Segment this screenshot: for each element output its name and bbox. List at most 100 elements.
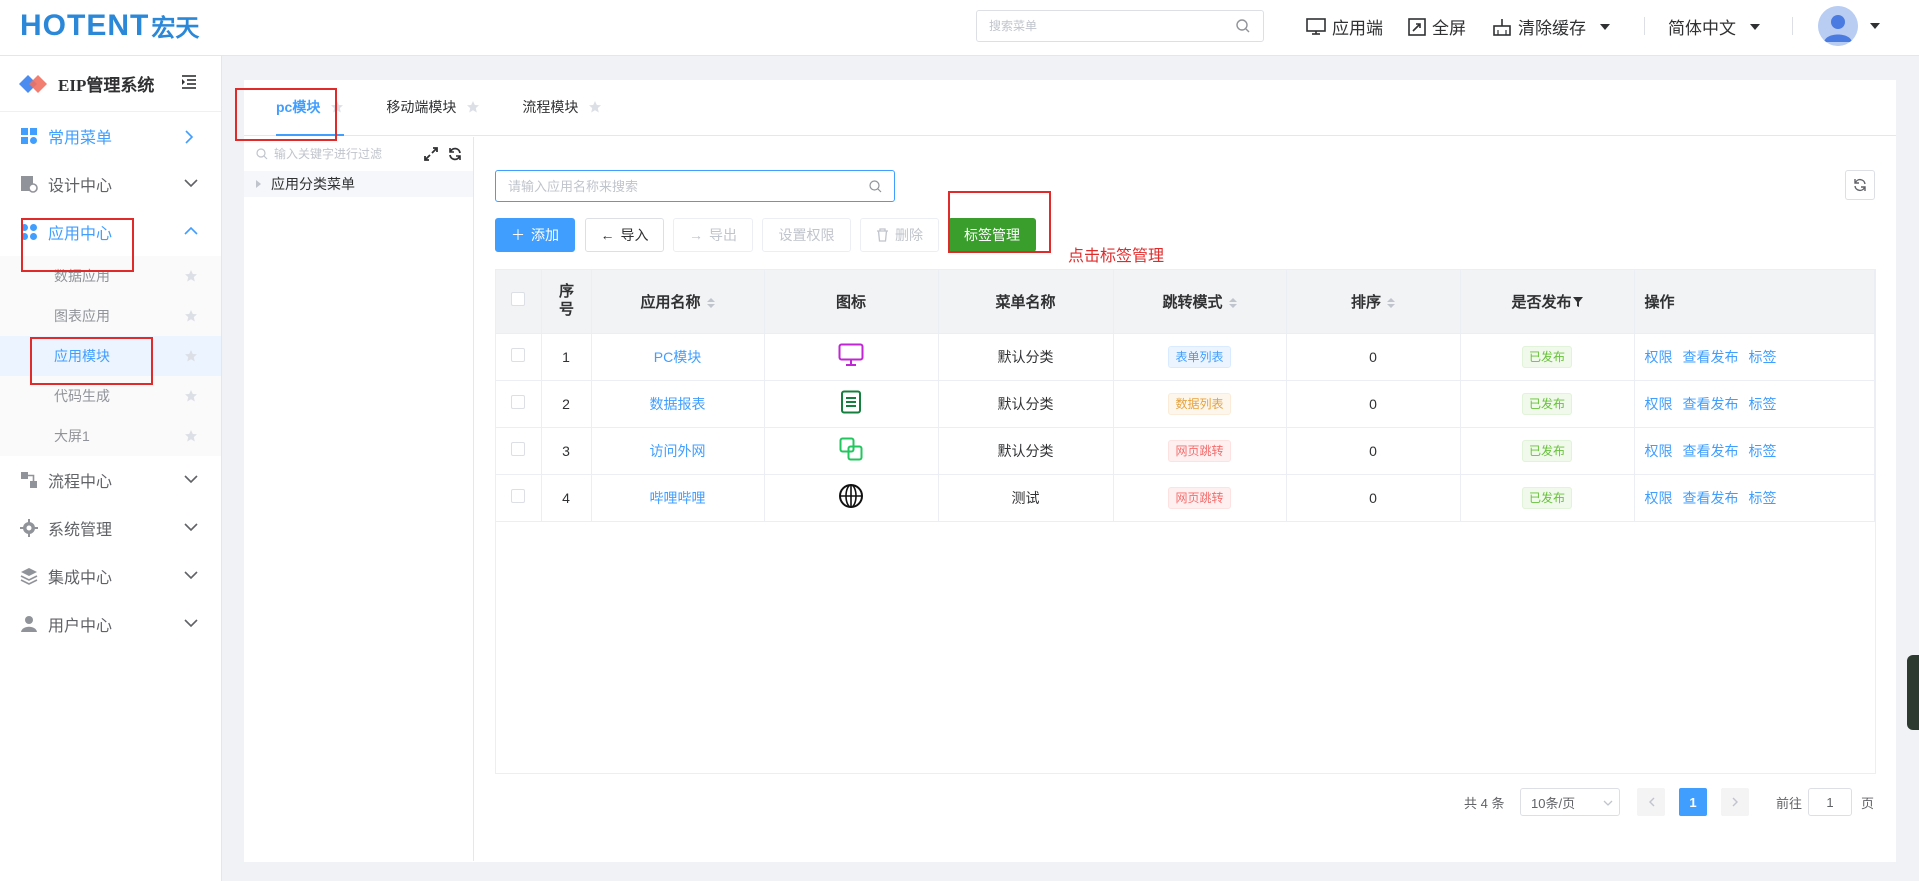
diamond-logo-icon [19,74,47,93]
delete-button[interactable]: 删除 [860,218,939,252]
sidebar-menu-lower: 流程中心 系统管理 集成中心 用户中心 [0,456,221,648]
row-checkbox[interactable] [511,489,526,503]
column-header-name[interactable]: 应用名称 [591,270,765,334]
column-header-menu-label: 菜单名称 [995,293,1056,311]
permission-link[interactable]: 权限 [1645,396,1673,412]
tree-filter-input[interactable] [274,147,414,161]
app-end-button[interactable]: 应用端 [1306,14,1383,39]
sidebar-item-app-center[interactable]: 应用中心 [0,208,221,256]
refresh-icon[interactable] [448,147,462,161]
filter-icon[interactable] [1572,296,1583,307]
sidebar-item-flow-center[interactable]: 流程中心 [0,456,221,504]
collapse-menu-icon[interactable] [181,74,197,90]
permission-link[interactable]: 权限 [1645,490,1673,506]
trash-icon [877,228,888,242]
side-drawer-handle[interactable] [1907,655,1919,730]
tag-link[interactable]: 标签 [1749,490,1777,506]
page-number-current[interactable]: 1 [1679,788,1707,816]
menu-search-box[interactable] [976,10,1264,42]
export-button[interactable]: → 导出 [673,218,753,252]
sidebar-item-user-center[interactable]: 用户中心 [0,600,221,648]
search-icon[interactable] [1235,18,1251,34]
app-name-link[interactable]: 访问外网 [650,443,706,459]
permission-link[interactable]: 权限 [1645,443,1673,459]
view-publish-link[interactable]: 查看发布 [1683,490,1739,506]
star-icon[interactable] [588,100,602,114]
ops-cell: 权限 查看发布 标签 [1634,427,1875,475]
row-checkbox[interactable] [511,348,526,362]
sort-icon[interactable] [1228,297,1237,309]
star-icon[interactable] [184,349,198,363]
sidebar-item-code-gen[interactable]: 代码生成 [0,376,221,416]
user-menu-toggle[interactable] [1870,23,1880,29]
goto-page-input[interactable] [1808,788,1852,816]
star-icon[interactable] [184,389,198,403]
sidebar-item-label: 用户中心 [48,618,113,635]
user-avatar[interactable] [1818,6,1858,46]
caret-right-icon[interactable] [256,180,261,188]
next-page-button[interactable] [1721,788,1749,816]
sidebar-item-common-menu[interactable]: 常用菜单 [0,112,221,160]
row-checkbox[interactable] [511,442,526,456]
search-icon[interactable] [869,179,882,193]
view-publish-link[interactable]: 查看发布 [1683,396,1739,412]
status-badge: 已发布 [1521,345,1572,368]
set-permission-button[interactable]: 设置权限 [762,218,851,252]
column-header-sort[interactable]: 排序 [1286,270,1461,334]
menu-search-input[interactable] [989,19,1235,33]
tag-link[interactable]: 标签 [1749,349,1777,365]
brand-logo[interactable]: HOTENT 宏天 [20,8,199,43]
index-cell: 1 [541,333,592,381]
column-header-jump[interactable]: 跳转模式 [1113,270,1287,334]
star-icon[interactable] [184,429,198,443]
app-center-submenu: 数据应用 图表应用 应用模块 代码生成 大屏1 [0,256,221,456]
app-search-box[interactable] [495,170,895,202]
sidebar-item-app-module[interactable]: 应用模块 [0,336,221,376]
star-icon[interactable] [184,309,198,323]
import-button[interactable]: ← 导入 [585,218,664,252]
language-select[interactable]: 简体中文 [1668,14,1760,39]
tag-link[interactable]: 标签 [1749,443,1777,459]
report-icon [841,390,861,414]
tree-filter[interactable] [244,137,473,171]
row-checkbox[interactable] [511,395,526,409]
clear-cache-button[interactable]: 清除缓存 [1492,14,1610,39]
expand-all-icon[interactable] [424,147,438,161]
sidebar-item-integration-center[interactable]: 集成中心 [0,552,221,600]
star-icon[interactable] [184,269,198,283]
user-icon [21,616,37,632]
select-all-checkbox[interactable] [511,292,526,307]
view-publish-link[interactable]: 查看发布 [1683,349,1739,365]
add-button[interactable]: ＋ 添加 [495,218,575,252]
tag-link[interactable]: 标签 [1749,396,1777,412]
sort-icon[interactable] [1387,297,1395,309]
tag-manage-button[interactable]: 标签管理 [948,218,1036,252]
column-header-published[interactable]: 是否发布 [1460,270,1635,334]
sidebar-item-big-screen[interactable]: 大屏1 [0,416,221,456]
page-size-select[interactable]: 10条/页 [1520,788,1620,816]
column-header-ops: 操作 [1634,270,1875,334]
external-link-icon [839,437,863,461]
permission-link[interactable]: 权限 [1645,349,1673,365]
tab-pc-module[interactable]: pc模块 [276,79,345,136]
tree-node-root[interactable]: 应用分类菜单 [244,171,473,197]
table-refresh-button[interactable] [1845,170,1875,200]
tab-mobile-module[interactable]: 移动端模块 [386,79,480,135]
app-name-link[interactable]: 数据报表 [650,396,706,412]
app-name-link[interactable]: PC模块 [654,349,701,365]
view-publish-link[interactable]: 查看发布 [1683,443,1739,459]
sidebar-item-chart-app[interactable]: 图表应用 [0,296,221,336]
sidebar-item-data-app[interactable]: 数据应用 [0,256,221,296]
star-icon[interactable] [466,100,480,114]
app-name-link[interactable]: 哔哩哔哩 [650,490,706,506]
sidebar-item-label: 应用中心 [48,226,113,243]
fullscreen-button[interactable]: 全屏 [1408,14,1466,39]
star-icon[interactable] [330,100,344,114]
sidebar-item-design-center[interactable]: 设计中心 [0,160,221,208]
tab-flow-module[interactable]: 流程模块 [522,79,602,135]
app-search-input[interactable] [508,178,869,194]
add-label: 添加 [531,227,559,243]
prev-page-button[interactable] [1637,788,1665,816]
sidebar-item-system-manage[interactable]: 系统管理 [0,504,221,552]
sort-icon[interactable] [706,297,715,309]
